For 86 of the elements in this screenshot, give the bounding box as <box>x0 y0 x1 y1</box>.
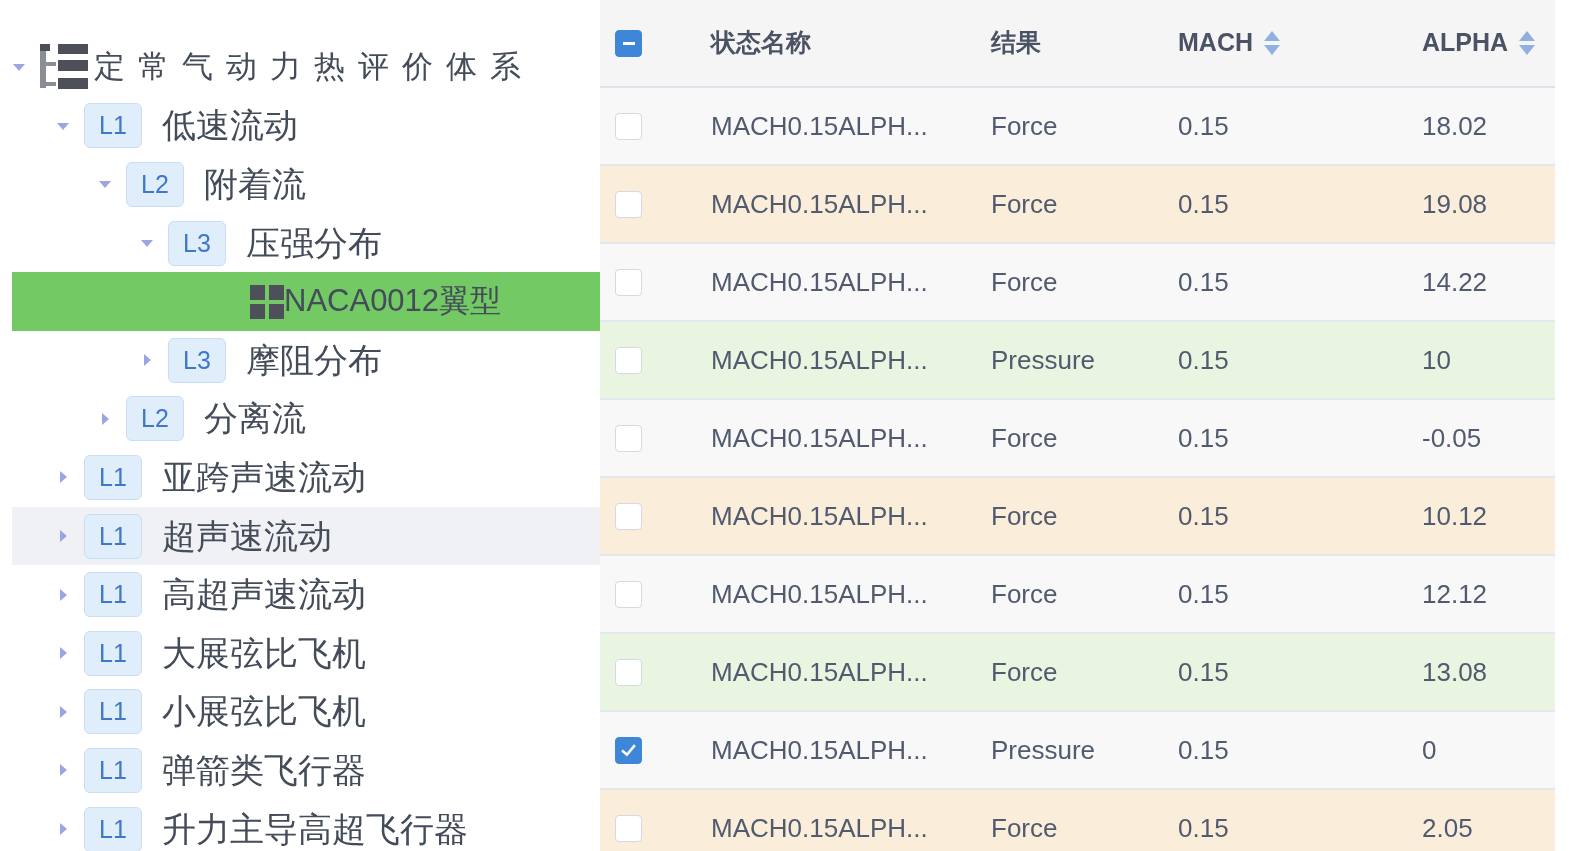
level-tag: L3 <box>168 220 226 266</box>
tree-node[interactable]: L1 高超声速流动 <box>12 565 600 624</box>
table-row[interactable]: MACH0.15ALPH... Force 0.15 2.05 <box>600 790 1555 851</box>
table-row[interactable]: MACH0.15ALPH... Pressure 0.15 10 <box>600 322 1555 400</box>
table-cell: 19.08 <box>1422 188 1488 219</box>
column-header: 结果 <box>991 27 1041 59</box>
tree-node[interactable]: L1 小展弦比飞机 <box>12 682 600 742</box>
level-tag: L1 <box>84 454 142 500</box>
table-cell: MACH0.15ALPH... <box>711 422 928 453</box>
column-header[interactable]: ALPHA <box>1422 24 1509 62</box>
level-tag: L2 <box>126 396 184 442</box>
tree-node[interactable]: L1 升力主导高超飞行器 <box>12 799 600 851</box>
table-cell: 18.02 <box>1422 110 1488 141</box>
table-row[interactable]: MACH0.15ALPH... Pressure 0.15 0 <box>600 712 1555 790</box>
table-cell: 10.12 <box>1422 500 1488 531</box>
table-cell: 0.15 <box>1178 344 1229 375</box>
table-cell: Pressure <box>991 344 1096 375</box>
sort-icon[interactable] <box>1263 30 1281 56</box>
tree-node[interactable]: L2 分离流 <box>12 389 600 449</box>
tree-node[interactable]: L1 亚跨声速流动 <box>12 448 600 507</box>
table-row[interactable]: MACH0.15ALPH... Force 0.15 12.12 <box>600 556 1555 634</box>
table-cell: Force <box>991 578 1058 609</box>
tree-node[interactable]: L2 附着流 <box>12 155 600 214</box>
table-cell: 0.15 <box>1178 812 1229 843</box>
table-cell: 12.12 <box>1422 578 1488 609</box>
table-cell: Force <box>991 188 1058 219</box>
level-tag: L1 <box>84 689 142 735</box>
level-tag: L1 <box>84 630 142 676</box>
column-header: 状态名称 <box>711 27 811 59</box>
table-cell: Force <box>991 656 1058 687</box>
table-cell: 0.15 <box>1178 500 1229 531</box>
table-row[interactable]: MACH0.15ALPH... Force 0.15 13.08 <box>600 634 1555 712</box>
tree-root-label[interactable]: 定常气动力热评价体系 <box>94 44 534 91</box>
table-cell: -0.05 <box>1422 422 1482 453</box>
table-row[interactable]: MACH0.15ALPH... Force 0.15 18.02 <box>600 88 1555 166</box>
table-cell: 2.05 <box>1422 812 1473 843</box>
table-cell: 13.08 <box>1422 656 1488 687</box>
table-cell: MACH0.15ALPH... <box>711 500 928 531</box>
level-tag: L1 <box>84 806 142 851</box>
row-checkbox[interactable] <box>615 736 642 764</box>
table-cell: Force <box>991 422 1058 453</box>
tree-node[interactable]: L3 压强分布 <box>12 213 600 273</box>
table-cell: MACH0.15ALPH... <box>711 578 928 609</box>
tree-node[interactable]: L1 弹箭类飞行器 <box>12 741 600 800</box>
tree-node[interactable]: L1 超声速流动 <box>12 506 600 566</box>
level-tag: L2 <box>126 162 184 207</box>
table-row[interactable]: MACH0.15ALPH... Force 0.15 10.12 <box>600 478 1555 556</box>
level-tag: L1 <box>84 513 142 559</box>
table-cell: 0.15 <box>1178 656 1229 687</box>
table-cell: 0.15 <box>1178 110 1229 141</box>
table-row[interactable]: MACH0.15ALPH... Force 0.15 19.08 <box>600 166 1555 244</box>
tree-structure-icon <box>40 44 88 91</box>
tree-node[interactable]: L1 低速流动 <box>12 96 600 156</box>
table-cell: MACH0.15ALPH... <box>711 188 928 219</box>
table-cell: 0.15 <box>1178 266 1229 297</box>
level-tag: L1 <box>84 572 142 618</box>
tree-node[interactable]: L3 摩阻分布 <box>12 330 600 390</box>
table-cell: Force <box>991 110 1058 141</box>
table-cell: 0 <box>1422 734 1437 765</box>
table-cell: MACH0.15ALPH... <box>711 656 928 687</box>
table-cell: MACH0.15ALPH... <box>711 266 928 297</box>
table-cell: 14.22 <box>1422 266 1488 297</box>
sort-icon[interactable] <box>1518 30 1537 56</box>
table-cell: 0.15 <box>1178 188 1229 219</box>
column-header[interactable]: MACH <box>1178 24 1253 62</box>
table-cell: MACH0.15ALPH... <box>711 110 928 141</box>
table-row[interactable]: MACH0.15ALPH... Force 0.15 14.22 <box>600 244 1555 322</box>
table-cell: Force <box>991 500 1058 531</box>
table-cell: MACH0.15ALPH... <box>711 344 928 375</box>
level-tag: L1 <box>84 103 142 149</box>
table-row[interactable]: MACH0.15ALPH... Force 0.15 -0.05 <box>600 400 1555 478</box>
table-cell: 0.15 <box>1178 734 1229 765</box>
tree-node[interactable]: L1 大展弦比飞机 <box>12 623 600 683</box>
table-cell: Force <box>991 812 1058 843</box>
table-cell: Force <box>991 266 1058 297</box>
grid-icon <box>250 284 284 319</box>
level-tag: L1 <box>84 747 142 793</box>
table-cell: MACH0.15ALPH... <box>711 812 928 843</box>
tree-node[interactable]: NACA0012翼型 <box>12 272 600 331</box>
table-cell: 0.15 <box>1178 578 1229 609</box>
level-tag: L3 <box>168 337 226 383</box>
table-cell: 0.15 <box>1178 422 1229 453</box>
select-all-checkbox[interactable] <box>615 29 642 57</box>
table-cell: MACH0.15ALPH... <box>711 734 928 765</box>
table-cell: 10 <box>1422 344 1451 375</box>
table-cell: Pressure <box>991 734 1096 765</box>
